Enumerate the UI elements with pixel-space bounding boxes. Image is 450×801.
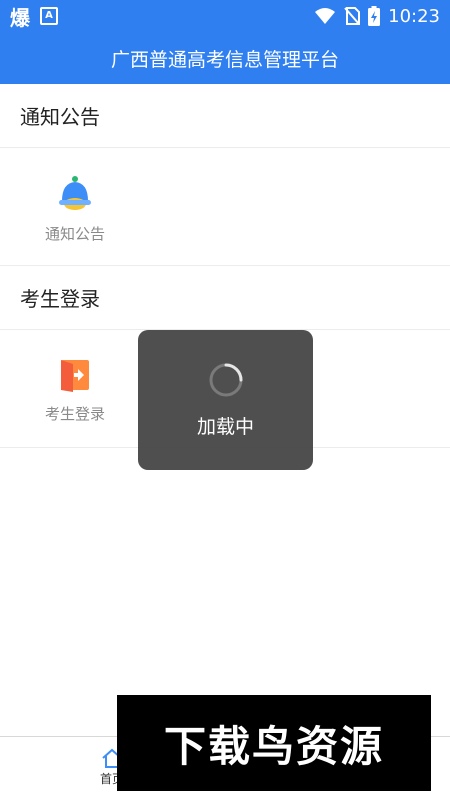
notice-section-title: 通知公告 bbox=[20, 105, 100, 129]
watermark-banner: 下载鸟资源 bbox=[117, 695, 431, 791]
watermark-text: 下载鸟资源 bbox=[163, 721, 384, 771]
notice-tile[interactable]: 通知公告 bbox=[15, 175, 135, 244]
login-section-header: 考生登录 bbox=[0, 266, 450, 330]
clock: 10:23 bbox=[388, 5, 440, 27]
page-title: 广西普通高考信息管理平台 bbox=[110, 48, 339, 71]
door-login-icon bbox=[61, 360, 89, 392]
battery-charging-icon bbox=[368, 6, 381, 26]
login-section-title: 考生登录 bbox=[20, 287, 100, 311]
status-bar: 爆 A 10:23 bbox=[0, 0, 450, 32]
login-tile-label: 考生登录 bbox=[44, 405, 105, 423]
notice-section-header: 通知公告 bbox=[0, 84, 450, 148]
loading-dialog: 加载中 bbox=[138, 330, 313, 470]
wifi-icon bbox=[315, 8, 336, 24]
no-sim-icon bbox=[344, 7, 361, 25]
app-header: 广西普通高考信息管理平台 bbox=[0, 32, 450, 84]
a-badge-icon: A bbox=[40, 7, 58, 25]
spinner-icon bbox=[209, 363, 242, 397]
login-tile[interactable]: 考生登录 bbox=[15, 357, 135, 424]
loading-text: 加载中 bbox=[196, 416, 254, 438]
notice-section: 通知公告 bbox=[0, 149, 450, 266]
bell-icon bbox=[59, 176, 91, 210]
notice-tile-label: 通知公告 bbox=[44, 225, 105, 243]
app-indicator-icon: 爆 bbox=[10, 5, 30, 30]
